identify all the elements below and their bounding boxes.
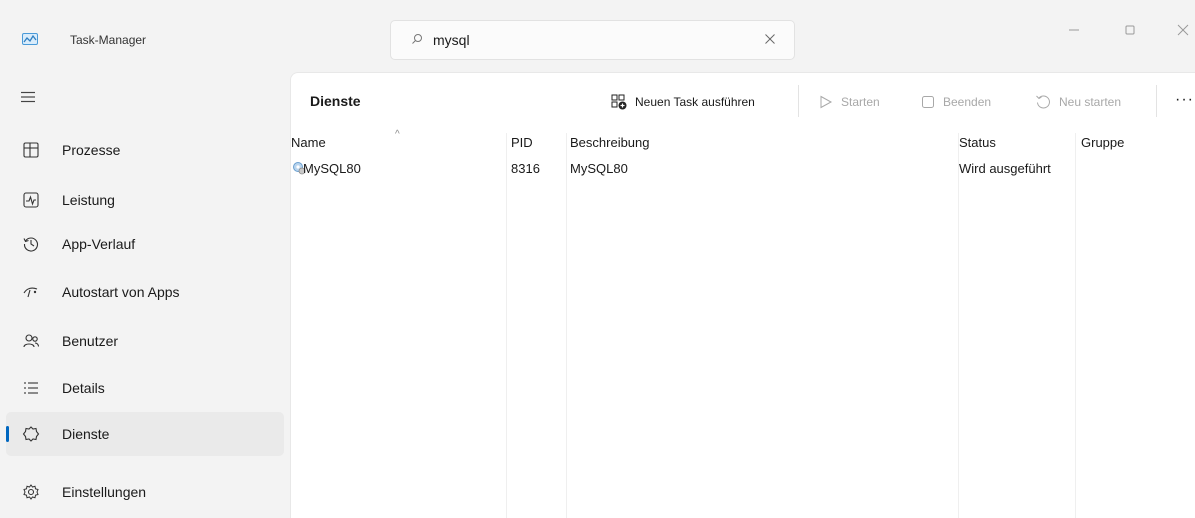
run-new-task-label: Neuen Task ausführen <box>635 95 755 109</box>
stop-label: Beenden <box>943 95 992 109</box>
sidebar-item-autostart[interactable]: Autostart von Apps <box>6 270 284 314</box>
column-divider <box>506 133 507 518</box>
column-header-name[interactable]: Name <box>291 135 326 150</box>
sidebar-item-dienste[interactable]: Dienste <box>6 412 284 456</box>
table-row[interactable]: MySQL80 8316 MySQL80 Wird ausgeführt <box>291 153 1195 177</box>
column-divider <box>1075 133 1076 518</box>
play-icon <box>820 95 833 109</box>
cell-pid: 8316 <box>511 161 540 176</box>
search-box[interactable] <box>390 20 795 60</box>
services-icon <box>22 426 40 442</box>
page-title: Dienste <box>310 93 361 109</box>
sidebar-item-details[interactable]: Details <box>6 366 284 410</box>
maximize-icon[interactable] <box>1123 23 1137 37</box>
stop-button[interactable]: Beenden <box>921 84 991 120</box>
cell-description: MySQL80 <box>570 161 628 176</box>
startup-icon <box>23 287 38 298</box>
sidebar-item-label: Prozesse <box>62 142 121 158</box>
sidebar-item-leistung[interactable]: Leistung <box>6 178 284 222</box>
sidebar-item-einstellungen[interactable]: Einstellungen <box>6 470 284 514</box>
hamburger-icon[interactable] <box>20 91 36 103</box>
sidebar-item-label: Benutzer <box>62 333 119 349</box>
sidebar-item-label: Leistung <box>62 192 115 208</box>
start-label: Starten <box>841 95 880 109</box>
sidebar-item-label: App-Verlauf <box>62 236 136 252</box>
sidebar-item-benutzer[interactable]: Benutzer <box>6 319 284 363</box>
minimize-icon[interactable] <box>1067 23 1081 37</box>
history-icon <box>23 237 39 252</box>
users-icon <box>23 334 40 348</box>
column-header-group[interactable]: Gruppe <box>1081 135 1124 150</box>
details-icon <box>24 382 38 394</box>
sidebar-item-label: Einstellungen <box>62 484 147 500</box>
column-header-description[interactable]: Beschreibung <box>570 135 650 150</box>
restart-button[interactable]: Neu starten <box>1035 84 1121 120</box>
column-divider <box>566 133 567 518</box>
run-task-icon <box>611 94 627 110</box>
settings-icon <box>23 484 39 500</box>
search-input[interactable] <box>433 30 733 50</box>
performance-icon <box>23 192 39 208</box>
stop-icon <box>922 96 934 108</box>
sidebar: Prozesse Leistung App-Verlauf Autostart … <box>0 72 290 518</box>
app-title: Task-Manager <box>70 33 147 47</box>
task-manager-icon <box>22 33 38 45</box>
restart-label: Neu starten <box>1059 95 1122 109</box>
sidebar-item-prozesse[interactable]: Prozesse <box>6 128 284 172</box>
column-divider <box>958 133 959 518</box>
more-options-button[interactable]: ··· <box>1175 91 1194 109</box>
sort-ascending-icon: ^ <box>395 129 400 140</box>
restart-icon <box>1036 95 1050 109</box>
toolbar-divider <box>1156 85 1157 117</box>
clear-icon[interactable] <box>764 33 776 45</box>
close-icon[interactable] <box>1176 23 1190 37</box>
sidebar-item-label: Dienste <box>62 426 110 442</box>
sidebar-item-app-verlauf[interactable]: App-Verlauf <box>6 222 284 266</box>
search-icon <box>412 34 422 44</box>
run-new-task-button[interactable]: Neuen Task ausführen <box>611 84 755 120</box>
start-button[interactable]: Starten <box>819 84 880 120</box>
cell-status: Wird ausgeführt <box>959 161 1051 176</box>
sidebar-item-label: Details <box>62 380 105 396</box>
column-header-pid[interactable]: PID <box>511 135 533 150</box>
cell-name: MySQL80 <box>303 161 361 176</box>
active-indicator <box>6 426 9 442</box>
column-header-status[interactable]: Status <box>959 135 996 150</box>
sidebar-item-label: Autostart von Apps <box>62 284 180 300</box>
toolbar-divider <box>798 85 799 117</box>
title-bar: Task-Manager <box>0 0 1195 72</box>
processes-icon <box>23 142 39 158</box>
main-panel: Dienste Neuen Task ausführen Starten Bee… <box>290 72 1195 518</box>
